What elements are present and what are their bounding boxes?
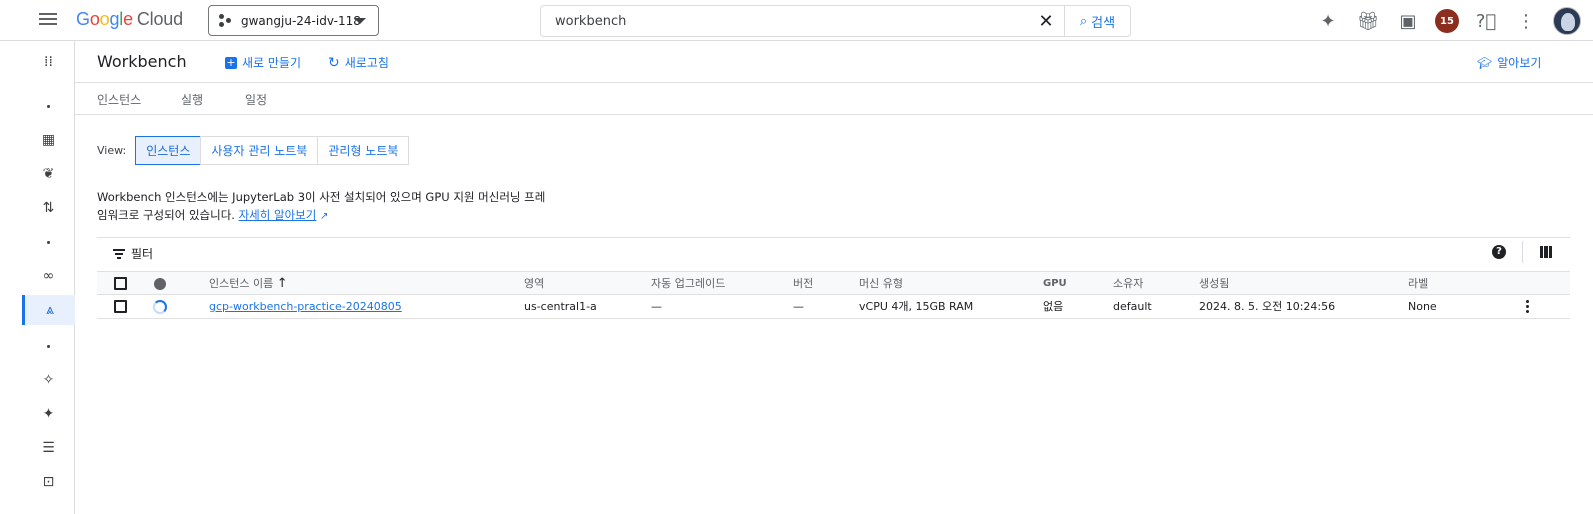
- select-all-checkbox[interactable]: [114, 277, 127, 290]
- header-created: 생성됨: [1199, 277, 1230, 290]
- vertex-ai-logo-icon[interactable]: ⁞⁞: [22, 47, 75, 77]
- search-input[interactable]: workbench: [541, 14, 1028, 29]
- tab-instances[interactable]: 인스턴스: [97, 91, 141, 108]
- row-checkbox[interactable]: [114, 300, 127, 313]
- create-new-button[interactable]: + 새로 만들기: [225, 54, 301, 71]
- chevron-down-icon: [354, 18, 366, 24]
- nav-separator-dot: [22, 331, 75, 361]
- add-image-icon[interactable]: ⊡: [22, 467, 75, 497]
- gift-icon[interactable]: 🎁︎: [1355, 8, 1381, 34]
- filter-bar: 필터 ?: [97, 237, 1570, 267]
- instance-gpu: 없음: [1043, 300, 1064, 313]
- view-option-user-managed[interactable]: 사용자 관리 노트북: [200, 136, 319, 165]
- table-row: gcp-workbench-practice-20240805 us-centr…: [97, 295, 1570, 319]
- workbench-icon[interactable]: ⩓: [22, 295, 75, 325]
- clear-search-icon[interactable]: ✕: [1028, 11, 1064, 32]
- instance-labels: None: [1408, 300, 1437, 313]
- filter-button[interactable]: 필터: [113, 245, 153, 262]
- gemini-icon[interactable]: ✦: [22, 399, 75, 429]
- header-gpu: GPU: [1043, 278, 1067, 289]
- model-garden-icon[interactable]: ❦: [22, 159, 75, 189]
- notifications-badge[interactable]: 15: [1435, 9, 1459, 33]
- tab-bar: 인스턴스 실행 일정: [75, 83, 1593, 115]
- pipelines-icon[interactable]: ⇅: [22, 193, 75, 223]
- view-toggle: View: 인스턴스 사용자 관리 노트북 관리형 노트북: [97, 136, 410, 165]
- prompt-icon[interactable]: ☰: [22, 433, 75, 463]
- more-vert-icon[interactable]: ⋮: [1513, 8, 1539, 34]
- header-name[interactable]: 인스턴스 이름 ↑: [209, 272, 288, 296]
- gemini-sparkle-icon[interactable]: ✦: [1315, 8, 1341, 34]
- instance-auto-upgrade: —: [651, 300, 662, 313]
- header-version: 버전: [793, 277, 814, 290]
- project-name: gwangju-24-idv-118: [241, 13, 361, 28]
- instance-zone: us-central1-a: [524, 300, 597, 313]
- add-icon: +: [225, 55, 237, 69]
- generative-ai-icon[interactable]: ✧: [22, 365, 75, 395]
- header-machine-type: 머신 유형: [859, 277, 903, 290]
- divider: [1522, 241, 1523, 263]
- header-zone: 영역: [524, 277, 545, 290]
- instance-owner: default: [1113, 300, 1152, 313]
- instance-machine-type: vCPU 4개, 15GB RAM: [859, 300, 974, 313]
- avatar[interactable]: [1553, 7, 1581, 35]
- tab-schedules[interactable]: 일정: [245, 91, 267, 108]
- filter-icon: [113, 247, 125, 261]
- table-header-row: 인스턴스 이름 ↑ 영역 자동 업그레이드 버전 머신 유형 GPU 소유자 생…: [97, 271, 1570, 295]
- nav-separator-dot: [22, 91, 75, 121]
- page-title: Workbench: [97, 52, 187, 71]
- view-option-managed[interactable]: 관리형 노트북: [317, 136, 410, 165]
- search-box: workbench ✕ ⌕ 검색: [540, 5, 1131, 37]
- refresh-button[interactable]: ↻ 새로고침: [328, 54, 389, 71]
- column-display-icon[interactable]: [1540, 246, 1552, 258]
- view-option-instances[interactable]: 인스턴스: [135, 136, 202, 165]
- learn-button[interactable]: 🎓︎ 알아보기: [1477, 54, 1541, 71]
- google-cloud-logo[interactable]: Google Cloud: [76, 9, 183, 30]
- open-in-new-icon: ↗: [319, 211, 329, 222]
- workbench-description: Workbench 인스턴스에는 JupyterLab 3이 사전 설치되어 있…: [97, 190, 546, 222]
- status-column-icon: [154, 278, 166, 290]
- header-owner: 소유자: [1113, 277, 1144, 290]
- instances-table: 인스턴스 이름 ↑ 영역 자동 업그레이드 버전 머신 유형 GPU 소유자 생…: [97, 271, 1570, 319]
- instance-version: —: [793, 300, 804, 313]
- search-icon: ⌕: [1079, 13, 1088, 29]
- vertex-side-nav: ⁞⁞ ▦ ❦ ⇅ ∞ ⩓ ✧ ✦ ☰ ⊡: [22, 41, 75, 514]
- header-auto-upgrade: 자동 업그레이드: [651, 277, 726, 290]
- help-icon[interactable]: ?⃝: [1473, 8, 1499, 34]
- view-label: View:: [97, 144, 127, 157]
- top-bar-actions: ✦ 🎁︎ ▣ 15 ?⃝ ⋮: [1315, 7, 1581, 35]
- project-picker[interactable]: gwangju-24-idv-118: [208, 5, 379, 36]
- sort-ascending-icon: ↑: [276, 276, 288, 291]
- dashboard-icon[interactable]: ▦: [22, 125, 75, 155]
- learn-more-link[interactable]: 자세히 알아보기: [239, 208, 317, 222]
- nav-separator-dot: [22, 227, 75, 257]
- main-menu-icon[interactable]: [38, 10, 58, 30]
- loading-spinner-icon: [153, 300, 167, 314]
- header-labels: 라벨: [1408, 277, 1429, 290]
- page-header: Workbench + 새로 만들기 ↻ 새로고침 🎓︎ 알아보기: [75, 41, 1593, 83]
- instance-created: 2024. 8. 5. 오전 10:24:56: [1199, 300, 1336, 313]
- tab-executions[interactable]: 실행: [181, 91, 203, 108]
- cloud-shell-icon[interactable]: ▣: [1395, 8, 1421, 34]
- instance-name-link[interactable]: gcp-workbench-practice-20240805: [209, 295, 402, 319]
- project-icon: [219, 13, 233, 28]
- row-more-vert-icon[interactable]: [1526, 300, 1530, 315]
- refresh-icon: ↻: [328, 54, 340, 71]
- search-button[interactable]: ⌕ 검색: [1064, 6, 1130, 36]
- top-bar: Google Cloud gwangju-24-idv-118 workbench…: [0, 0, 1593, 41]
- school-icon: 🎓︎: [1477, 55, 1493, 70]
- help-icon[interactable]: ?: [1492, 245, 1506, 259]
- colab-icon[interactable]: ∞: [22, 261, 75, 291]
